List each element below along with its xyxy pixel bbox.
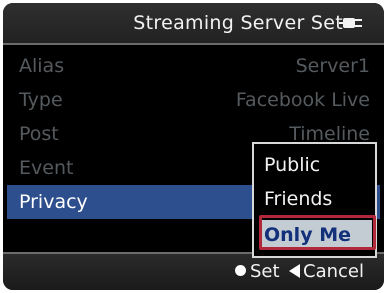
setting-row-alias[interactable]: Alias Server1 [7,49,380,83]
setting-label: Post [19,123,59,145]
plug-icon [339,18,362,28]
option-friends[interactable]: Friends [260,184,372,214]
setting-value: Server1 [295,55,370,77]
selection-highlight-box [259,215,376,250]
setting-label: Privacy [19,191,88,213]
menu-header: Streaming Server Set [3,3,384,45]
back-arrow-icon [289,264,300,278]
setting-label: Alias [19,55,65,77]
set-button[interactable]: Set [235,261,280,282]
setting-row-type[interactable]: Type Facebook Live [7,83,380,117]
cancel-button[interactable]: Cancel [289,261,364,282]
setting-label: Type [19,89,63,111]
menu-title: Streaming Server Set [133,12,343,34]
cancel-label: Cancel [303,261,364,282]
setting-label: Event [19,157,74,179]
setting-value: Facebook Live [235,89,370,111]
set-label: Set [250,261,280,282]
option-public[interactable]: Public [260,150,372,180]
set-dot-icon [235,265,246,276]
